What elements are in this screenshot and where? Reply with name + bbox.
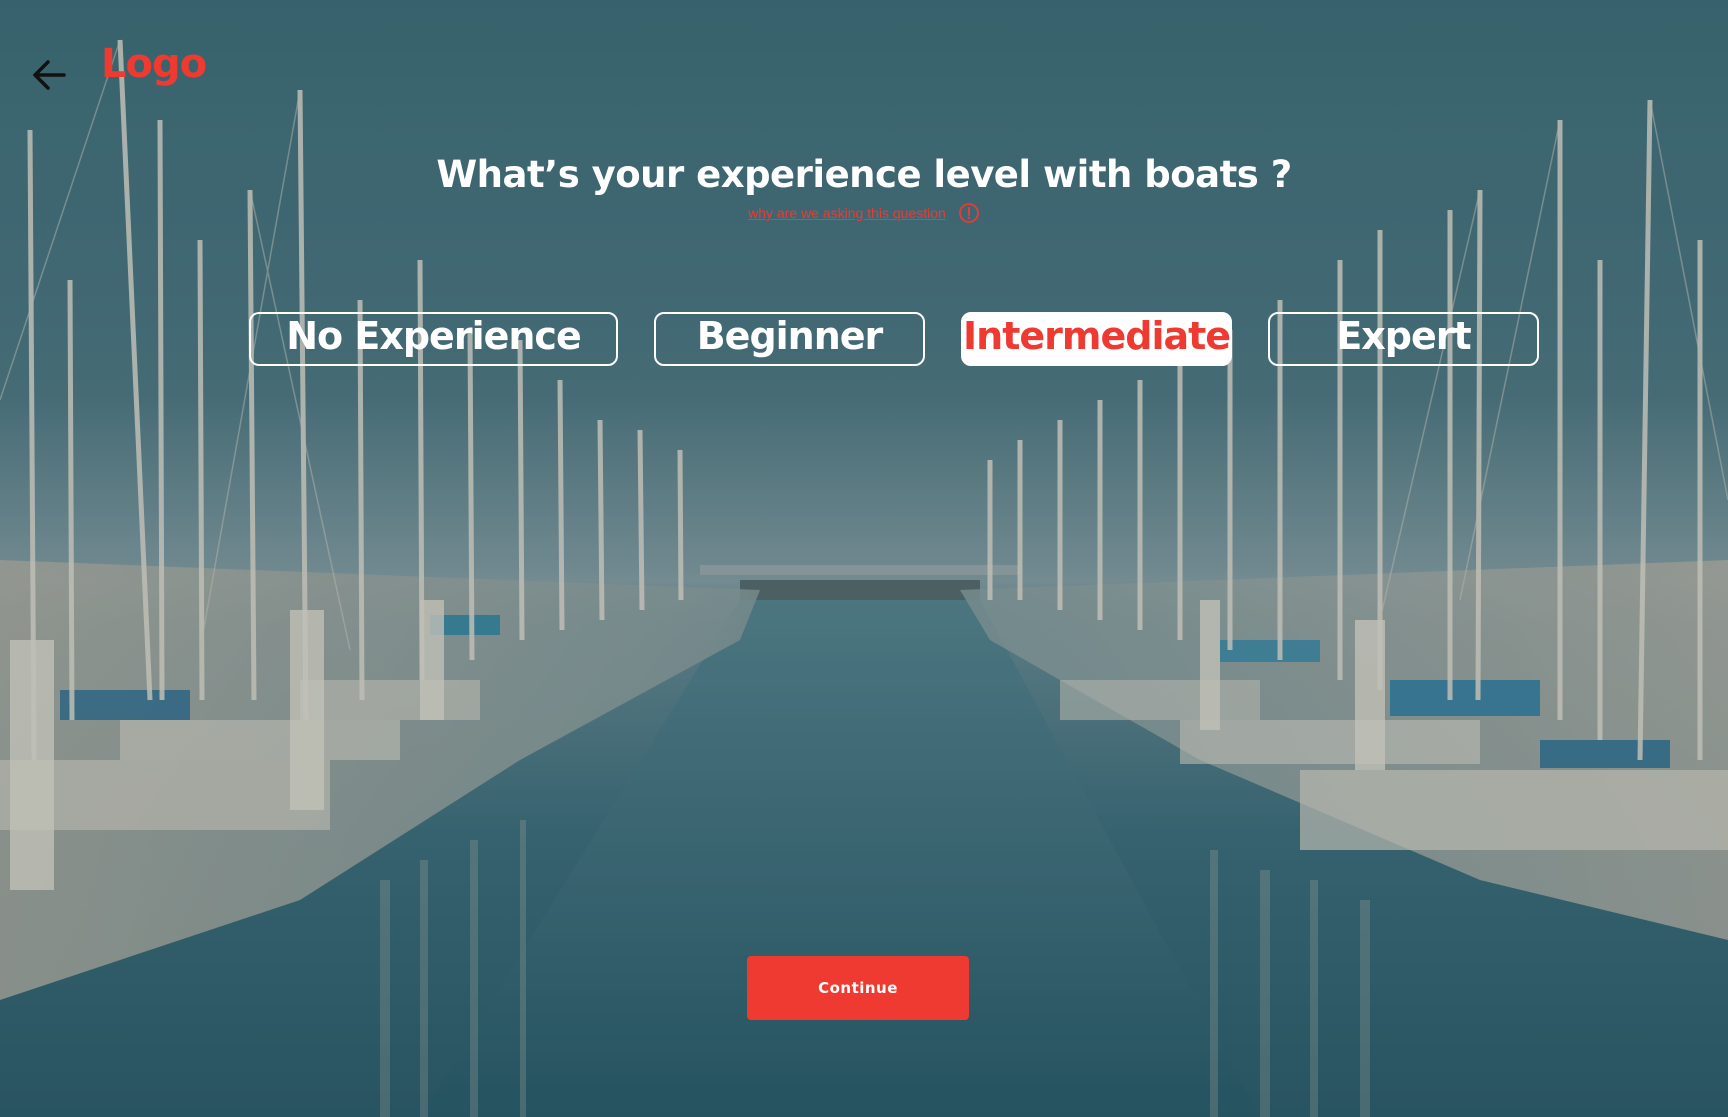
option-intermediate[interactable]: Intermediate	[961, 312, 1232, 366]
info-circle-icon[interactable]	[958, 202, 980, 224]
why-row: why are we asking this question	[0, 200, 1728, 226]
why-asking-link[interactable]: why are we asking this question	[748, 205, 946, 221]
continue-button[interactable]: Continue	[747, 956, 969, 1020]
page-title: What’s your experience level with boats …	[436, 153, 1292, 196]
back-button[interactable]	[26, 52, 72, 98]
arrow-left-icon	[33, 60, 66, 90]
option-beginner[interactable]: Beginner	[654, 312, 925, 366]
option-no-experience[interactable]: No Experience	[249, 312, 618, 366]
logo[interactable]: Logo	[101, 44, 207, 84]
option-expert[interactable]: Expert	[1268, 312, 1539, 366]
